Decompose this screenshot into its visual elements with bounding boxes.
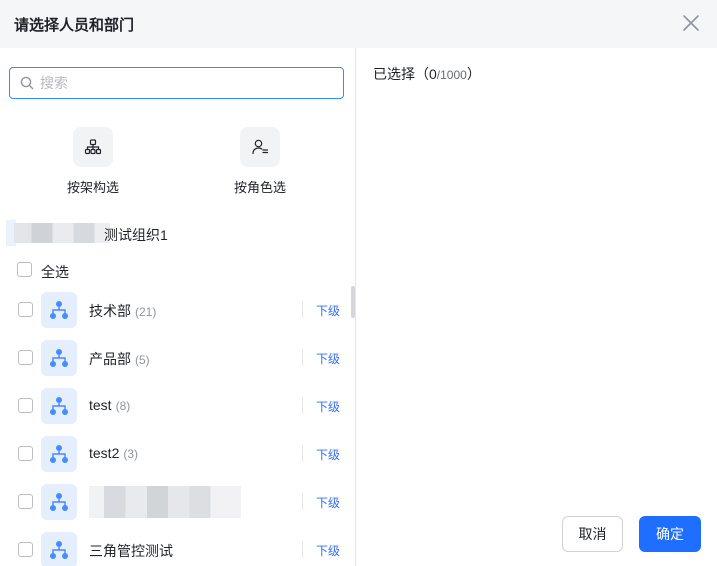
sub-level-link[interactable]: 下级 xyxy=(316,494,340,511)
department-row[interactable]: 产品部 (5) 下级 xyxy=(0,334,352,382)
search-box[interactable] xyxy=(9,67,344,99)
department-icon xyxy=(41,388,77,424)
dialog-header: 请选择人员和部门 xyxy=(0,0,717,48)
department-row[interactable]: test2 (3) 下级 xyxy=(0,430,352,478)
selection-panel: 按架构选 按角色选 测试组织1 全选 xyxy=(0,48,356,566)
role-icon xyxy=(240,127,280,167)
department-name: 三角管控测试 xyxy=(89,543,173,559)
select-all-label: 全选 xyxy=(41,264,69,280)
member-count: (3) xyxy=(123,447,139,461)
divider xyxy=(302,398,303,414)
selected-summary: 已选择（0/1000） xyxy=(373,66,481,82)
department-name: 技术部 (21) xyxy=(89,303,157,319)
redacted-department-name xyxy=(89,486,241,518)
member-count: (8) xyxy=(115,399,131,413)
select-people-dialog: 请选择人员和部门 按架构选 xyxy=(0,0,717,566)
member-count: (5) xyxy=(135,353,150,367)
divider xyxy=(302,494,303,510)
org-structure-icon xyxy=(73,127,113,167)
department-icon xyxy=(41,436,77,472)
dialog-title: 请选择人员和部门 xyxy=(14,17,135,34)
sub-level-link[interactable]: 下级 xyxy=(316,350,340,367)
department-row[interactable]: 下级 xyxy=(0,478,352,526)
department-name: test (8) xyxy=(89,397,131,413)
department-row[interactable]: 技术部 (21) 下级 xyxy=(0,286,352,334)
department-row[interactable]: 三角管控测试 下级 xyxy=(0,526,352,566)
list-scrollbar[interactable] xyxy=(351,286,355,318)
divider xyxy=(302,350,303,366)
search-input[interactable] xyxy=(40,71,330,95)
redacted-org-name xyxy=(14,223,110,243)
select-by-role-button[interactable]: 按角色选 xyxy=(220,127,300,196)
department-checkbox[interactable] xyxy=(18,542,33,557)
cancel-button[interactable]: 取消 xyxy=(562,516,623,552)
department-name: test2 (3) xyxy=(89,445,139,461)
selected-count: 0 xyxy=(429,66,437,82)
sub-level-link[interactable]: 下级 xyxy=(316,398,340,415)
department-checkbox[interactable] xyxy=(18,302,33,317)
sub-level-link[interactable]: 下级 xyxy=(316,302,340,319)
department-icon xyxy=(41,340,77,376)
department-icon xyxy=(41,532,77,566)
select-all-checkbox[interactable] xyxy=(17,262,32,277)
department-checkbox[interactable] xyxy=(18,446,33,461)
department-checkbox[interactable] xyxy=(18,494,33,509)
divider xyxy=(302,302,303,318)
breadcrumb-current: 测试组织1 xyxy=(104,227,168,243)
select-by-role-label: 按角色选 xyxy=(233,180,286,195)
department-icon xyxy=(41,484,77,520)
divider xyxy=(302,446,303,462)
breadcrumb[interactable]: 测试组织1 xyxy=(6,220,246,246)
select-by-structure-button[interactable]: 按架构选 xyxy=(53,127,133,196)
member-count: (21) xyxy=(135,305,157,319)
department-row[interactable]: test (8) 下级 xyxy=(0,382,352,430)
department-checkbox[interactable] xyxy=(18,398,33,413)
department-icon xyxy=(41,292,77,328)
selected-panel: 已选择（0/1000） 取消 确定 xyxy=(357,48,717,566)
divider xyxy=(302,542,303,558)
sub-level-link[interactable]: 下级 xyxy=(316,446,340,463)
department-name: 产品部 (5) xyxy=(89,351,150,367)
department-checkbox[interactable] xyxy=(18,350,33,365)
selected-max: /1000 xyxy=(436,68,467,82)
search-icon xyxy=(20,76,34,90)
select-by-structure-label: 按架构选 xyxy=(66,180,119,195)
confirm-button[interactable]: 确定 xyxy=(639,516,701,552)
sub-level-link[interactable]: 下级 xyxy=(316,542,340,559)
close-icon[interactable] xyxy=(680,12,702,34)
